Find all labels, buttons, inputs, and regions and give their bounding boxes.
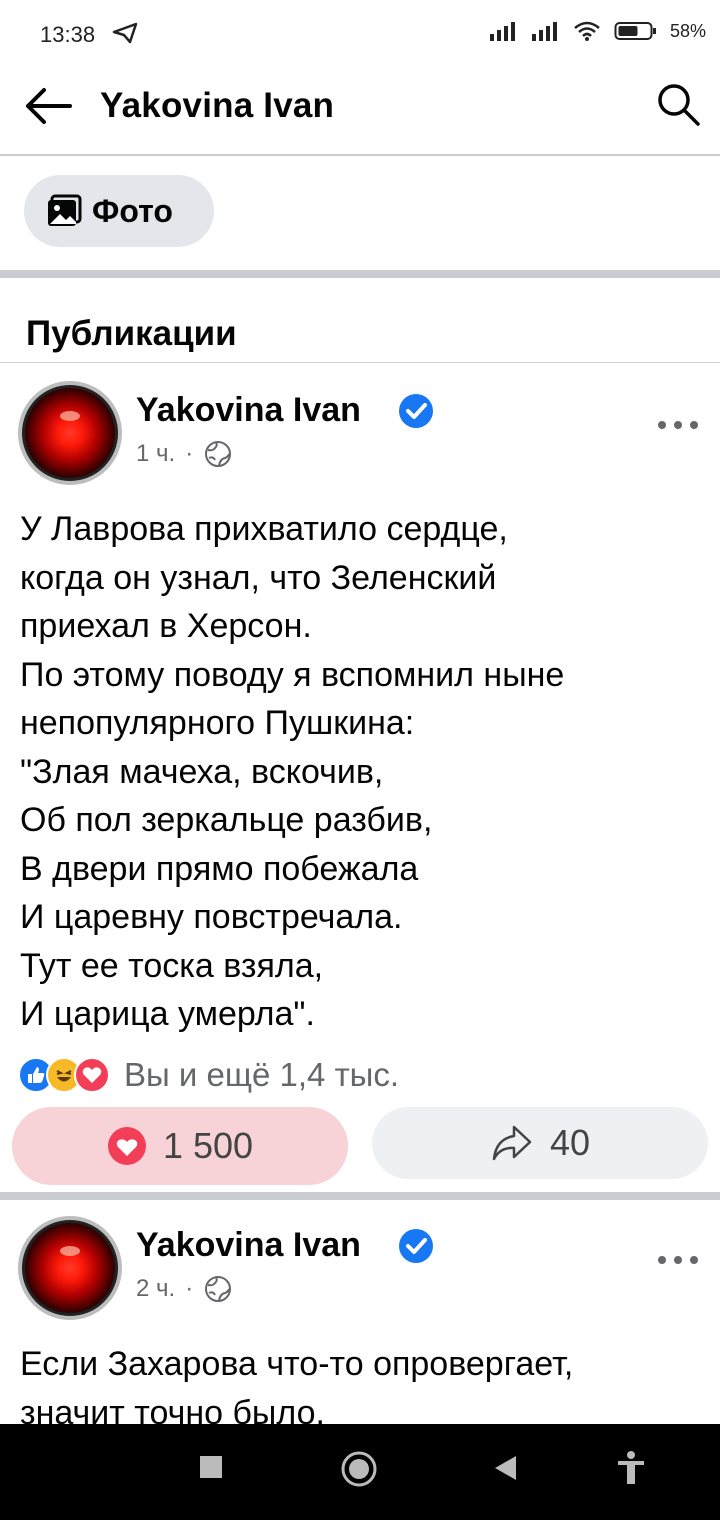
verified-badge-icon <box>399 1229 433 1263</box>
reactions-summary: Вы и ещё 1,4 тыс. <box>124 1056 400 1093</box>
share-count: 40 <box>549 1122 591 1163</box>
section-title: Публикации <box>26 314 237 353</box>
avatar-glint <box>60 1246 80 1256</box>
meta-dot: · <box>185 440 194 467</box>
avatar-glint <box>60 411 80 421</box>
meta-dot: · <box>185 1275 194 1302</box>
search-icon[interactable] <box>654 80 702 128</box>
signal-icon <box>489 22 515 41</box>
post-author[interactable]: Yakovina Ivan <box>136 1226 361 1265</box>
more-dots-icon[interactable] <box>656 1250 700 1270</box>
verified-badge-icon <box>399 394 433 428</box>
share-icon <box>492 1125 532 1161</box>
post-author[interactable]: Yakovina Ivan <box>136 391 361 430</box>
avatar[interactable] <box>18 1216 122 1320</box>
more-dots-icon[interactable] <box>656 415 700 435</box>
post-time[interactable]: 1 ч. <box>136 440 175 468</box>
filter-chips: Фото <box>0 156 720 270</box>
reactions-row[interactable]: Вы и ещё 1,4 тыс. <box>18 1056 399 1094</box>
post-divider <box>0 1192 720 1200</box>
telegram-send-icon <box>112 22 138 44</box>
back-arrow-icon[interactable] <box>22 84 74 128</box>
status-icons: 58% <box>488 20 706 42</box>
photo-chip-button[interactable]: Фото <box>24 175 214 247</box>
status-bar: 13:38 58% <box>0 0 720 70</box>
home-icon[interactable] <box>340 1450 378 1488</box>
post-meta: 1 ч. · <box>136 439 233 469</box>
photo-chip-label: Фото <box>92 192 173 229</box>
globe-icon <box>205 441 232 467</box>
status-time: 13:38 <box>40 22 96 47</box>
recent-apps-icon[interactable] <box>198 1454 224 1480</box>
heart-icon <box>107 1127 146 1165</box>
accessibility-icon[interactable] <box>616 1450 646 1486</box>
section-divider <box>0 270 720 278</box>
back-triangle-icon[interactable] <box>492 1454 518 1482</box>
page-title: Yakovina Ivan <box>100 86 335 125</box>
post-text: Если Захарова что-то опровергает, значит… <box>20 1345 574 1424</box>
globe-icon <box>205 1276 232 1302</box>
love-reaction-button[interactable]: 1 500 <box>12 1107 348 1185</box>
wifi-icon <box>574 21 600 41</box>
post-meta: 2 ч. · <box>136 1274 233 1304</box>
love-reaction-icon <box>74 1057 110 1093</box>
battery-percent: 58% <box>669 20 706 41</box>
photo-icon <box>48 194 82 226</box>
top-app-bar: Yakovina Ivan <box>0 70 720 156</box>
post: Yakovina Ivan 1 ч. · У Лаврова прихватил… <box>0 363 720 1193</box>
signal-icon <box>531 22 557 41</box>
battery-icon <box>614 22 656 40</box>
system-navigation-bar <box>0 1424 720 1520</box>
share-button[interactable]: 40 <box>372 1107 708 1179</box>
post-text: У Лаврова прихватило сердце, когда он уз… <box>20 510 565 1033</box>
like-count: 1 500 <box>162 1125 254 1166</box>
avatar[interactable] <box>18 381 122 485</box>
post: Yakovina Ivan 2 ч. · Если Захарова что-т… <box>0 1200 720 1424</box>
post-time[interactable]: 2 ч. <box>136 1275 175 1303</box>
